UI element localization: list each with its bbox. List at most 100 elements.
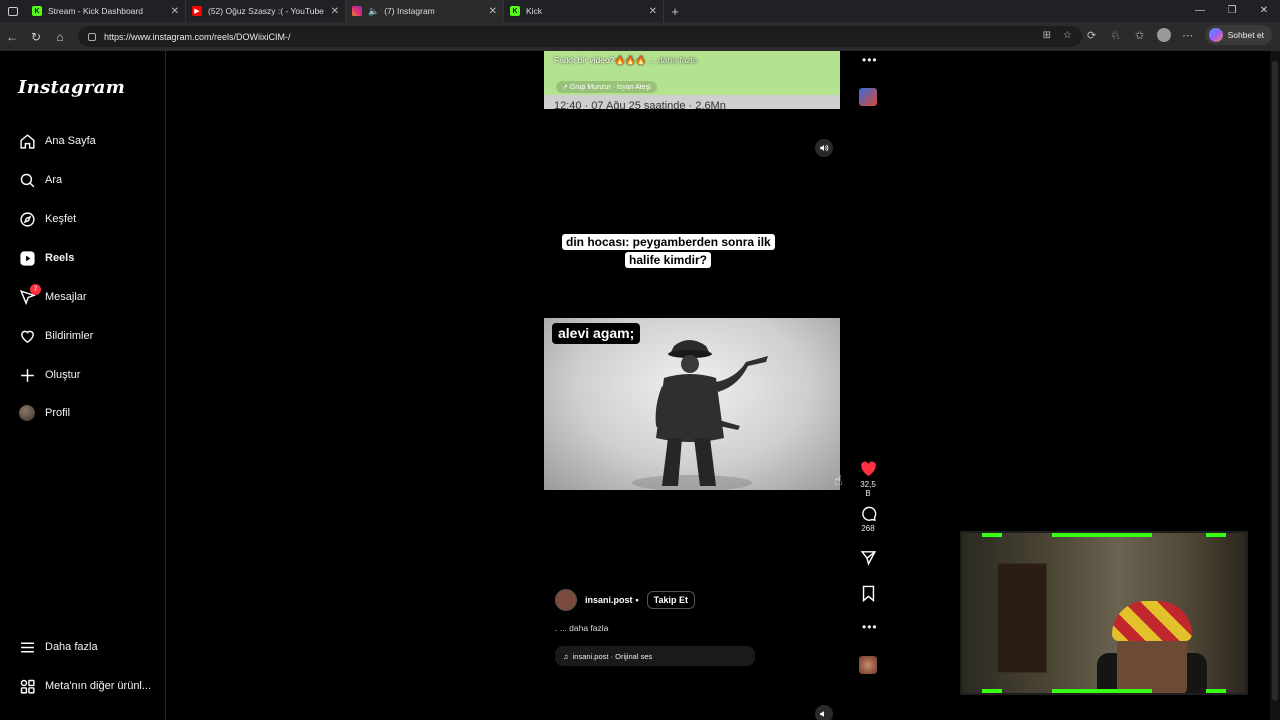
reel-description[interactable]: . ... daha fazla [555, 623, 608, 633]
tab-kick[interactable]: K Kick ✕ [504, 0, 664, 22]
window-controls: — ❐ ✕ [1184, 0, 1280, 22]
url-field[interactable]: https://www.instagram.com/reels/DOWiixiC… [78, 26, 1082, 47]
webcam-cabinet [997, 563, 1047, 673]
new-tab-button[interactable]: + [664, 4, 686, 19]
sidebar-item-create[interactable]: Oluştur [18, 366, 80, 384]
restore-icon[interactable]: ❐ [1216, 0, 1248, 22]
frame-accent [1052, 689, 1152, 693]
meme-label: alevi agam; [552, 323, 641, 344]
favorite-star-icon[interactable]: ☆ [1063, 30, 1072, 41]
frame-accent [1052, 533, 1152, 537]
chat-button-label: Sohbet et [1227, 30, 1264, 40]
extensions-icon[interactable]: ⟳ [1085, 29, 1099, 42]
more-options-icon[interactable]: ••• [862, 620, 878, 634]
site-info-icon[interactable] [88, 32, 96, 41]
reload-icon[interactable]: ↻ [24, 30, 48, 44]
messenger-icon: 7 [18, 284, 41, 306]
back-icon[interactable]: ← [0, 30, 24, 44]
sidebar-item-label: Profil [45, 407, 71, 419]
sidebar-item-label: Oluştur [45, 369, 81, 381]
search-icon [18, 171, 36, 189]
author-name[interactable]: insani.post [585, 595, 633, 605]
overlay-text: din hocası: peygamberden sonra ilk halif… [562, 234, 775, 268]
sidebar-item-label: Mesajlar [45, 291, 87, 303]
reels-icon [18, 249, 36, 267]
send-icon [858, 548, 878, 566]
more-link[interactable]: ... daha fazla [649, 55, 698, 65]
instagram-logo[interactable]: Instagram [18, 77, 125, 98]
page-scrollbar[interactable] [1270, 51, 1280, 720]
sidebar-item-home[interactable]: Ana Sayfa [18, 132, 96, 150]
audio-label: insani.post · Orijinal ses [572, 651, 653, 661]
sidebar-item-label: Daha fazla [45, 641, 98, 653]
tab-title: Kick [526, 6, 543, 16]
notification-badge: 7 [30, 284, 41, 295]
close-window-icon[interactable]: ✕ [1248, 0, 1280, 22]
reel-audio-link[interactable]: ♫ insani.post · Orijinal ses [555, 646, 755, 666]
sidebar-item-profile[interactable]: Profil [18, 404, 70, 422]
sidebar-more-button[interactable]: Daha fazla [18, 638, 98, 656]
sidebar-item-reels[interactable]: Reels [18, 249, 74, 267]
scrollbar-thumb[interactable] [1272, 61, 1278, 701]
meta-grid-icon [18, 677, 36, 695]
youtube-icon: ▶ [192, 6, 202, 16]
more-options-icon[interactable]: ⋯ [1181, 29, 1195, 42]
close-icon[interactable]: ✕ [649, 6, 657, 17]
comment-button[interactable]: 268 [858, 504, 878, 533]
sidebar-item-label: Ana Sayfa [45, 135, 96, 147]
follow-button[interactable]: Takip Et [646, 591, 696, 609]
volume-icon[interactable] [815, 705, 833, 720]
reel-video-frame[interactable]: alevi agam; [544, 318, 840, 490]
instagram-sidebar: Instagram Ana Sayfa Ara Keşfet Reels 7 M… [0, 51, 166, 720]
sidebar-item-notifications[interactable]: Bildirimler [18, 327, 93, 345]
previous-reel-caption: Farklı bir video?🔥🔥🔥 ... daha fazla [554, 55, 697, 66]
copilot-chat-button[interactable]: Sohbet et [1204, 25, 1272, 45]
minimize-icon[interactable]: — [1184, 0, 1216, 22]
sidebar-item-explore[interactable]: Keşfet [18, 210, 76, 228]
share-button[interactable] [858, 548, 878, 568]
url-text: https://www.instagram.com/reels/DOWiixiC… [104, 31, 291, 42]
address-bar-row: ← ↻ ⌂ https://www.instagram.com/reels/DO… [0, 22, 1280, 51]
author-avatar[interactable] [555, 589, 577, 611]
close-icon[interactable]: ✕ [331, 6, 339, 17]
save-button[interactable] [858, 584, 878, 604]
speaker-icon[interactable]: 🔈 [368, 6, 379, 17]
profile-avatar[interactable] [1156, 28, 1171, 42]
frame-accent [982, 689, 1002, 693]
caption-text: Farklı bir video?🔥🔥🔥 [554, 55, 647, 65]
home-icon [18, 132, 36, 150]
bookmark-icon [858, 584, 878, 602]
browser-essentials-icon[interactable]: ♘ [1109, 29, 1123, 42]
copilot-icon [1208, 28, 1223, 42]
frame-accent [1206, 689, 1226, 693]
home-icon[interactable]: ⌂ [48, 30, 72, 44]
close-icon[interactable]: ✕ [489, 6, 497, 17]
app-available-icon[interactable]: ⊞ [1043, 30, 1051, 41]
like-button[interactable]: 32,5 B [858, 460, 878, 498]
prev-more-options-icon[interactable]: ••• [862, 53, 878, 67]
comment-icon [858, 504, 878, 522]
heart-icon [18, 327, 36, 345]
sidebar-item-label: Keşfet [45, 213, 77, 225]
webcam-overlay [960, 531, 1248, 695]
kick-icon: K [32, 6, 42, 16]
sidebar-item-messages[interactable]: 7 Mesajlar [18, 284, 87, 306]
audio-thumbnail[interactable] [859, 656, 877, 674]
prev-audio-thumbnail[interactable] [859, 88, 877, 106]
avatar-icon [18, 404, 36, 422]
tab-kick-dashboard[interactable]: K Stream - Kick Dashboard ✕ [26, 0, 186, 22]
previous-reel-video[interactable]: Farklı bir video?🔥🔥🔥 ... daha fazla ↗ Gr… [544, 51, 840, 109]
window-menu-icon[interactable] [0, 0, 26, 22]
sidebar-item-search[interactable]: Ara [18, 171, 62, 189]
sidebar-item-label: Reels [45, 252, 75, 264]
frame-accent [1206, 533, 1226, 537]
previous-reel-music[interactable]: ↗ Grup Munzur · İsyan Ateşi [556, 81, 657, 93]
favorites-icon[interactable]: ✩ [1133, 29, 1147, 42]
tab-instagram[interactable]: 🔈 (7) Instagram ✕ [346, 0, 504, 22]
sidebar-meta-products[interactable]: Meta'nın diğer ürünl... [18, 677, 151, 695]
close-icon[interactable]: ✕ [171, 6, 179, 17]
volume-icon[interactable] [815, 139, 833, 157]
hand-cursor-icon: ☝ [834, 472, 843, 488]
plus-icon [18, 366, 36, 384]
tab-youtube[interactable]: ▶ (52) Oğuz Szaszy :( - YouTube ✕ [186, 0, 346, 22]
